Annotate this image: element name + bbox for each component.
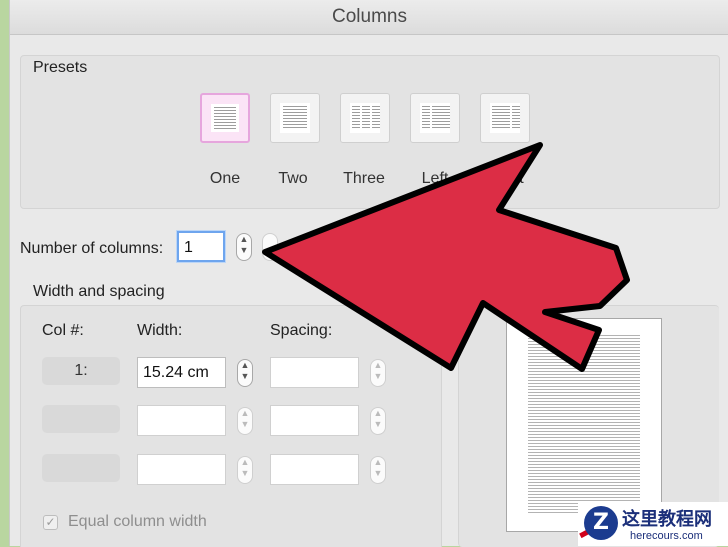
watermark-title: 这里教程网 — [622, 509, 712, 530]
watermark-url: herecours.com — [630, 530, 703, 542]
pointer-arrow-icon — [262, 142, 630, 372]
watermark-logo-icon: Z — [584, 506, 618, 540]
watermark: Z 这里教程网 herecours.com — [578, 502, 728, 546]
